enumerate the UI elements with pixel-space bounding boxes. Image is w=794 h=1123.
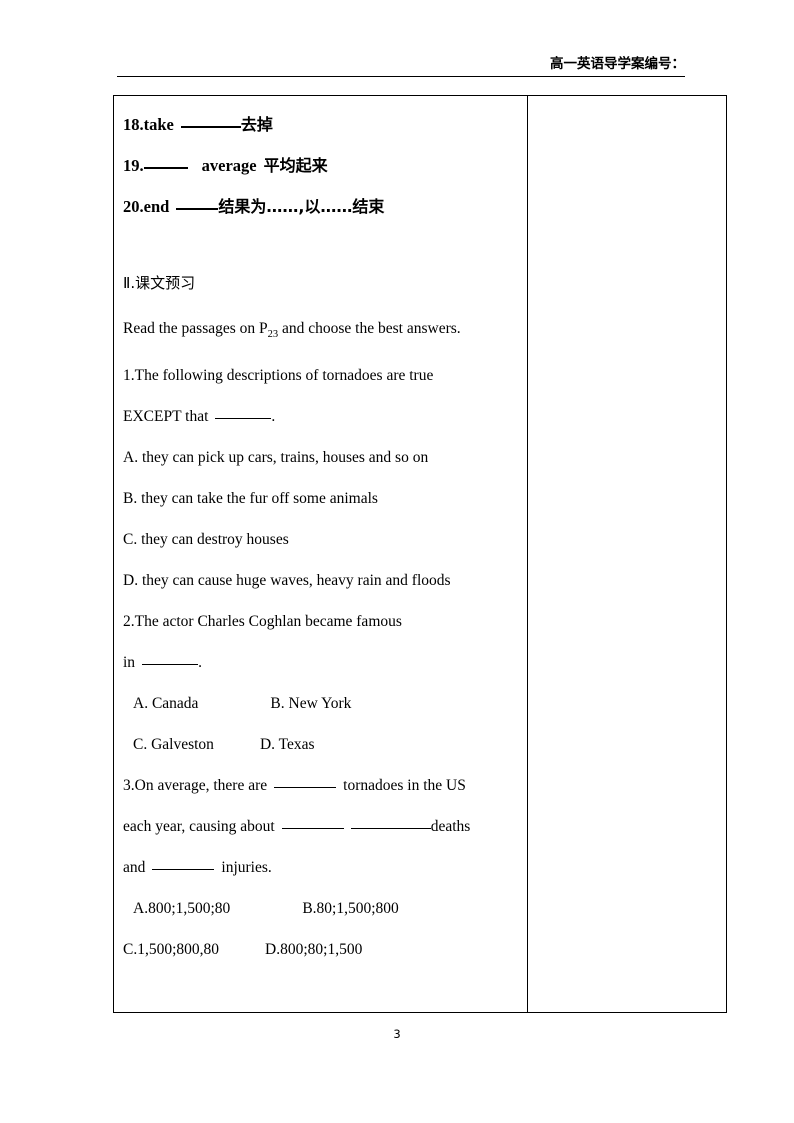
vocab-meaning-19: 平均起来 [263, 156, 328, 175]
question-1-option-d: D. they can cause huge waves, heavy rain… [123, 572, 451, 590]
vocab-number-19: 19. [123, 156, 144, 175]
instruction-text-before: Read the passages on P [123, 320, 268, 337]
question-3-stem-line-2: each year, causing about deaths [123, 806, 518, 847]
question-3-option-row-1: A.800;1,500;80 B.80;1,500;800 [123, 888, 518, 929]
question-3-stem-line-3: and injuries. [123, 847, 518, 888]
vocab-item-20: 20.end 结果为……,以……结束 [123, 186, 518, 227]
question-3-stem-part-1: 3.On average, there are [123, 777, 268, 795]
question-3-option-b: B.80;1,500;800 [302, 900, 399, 918]
reading-instruction: Read the passages on P23 and choose the … [123, 308, 518, 355]
question-2-stem-line-2: in. [123, 642, 518, 683]
question-3-stem-part-4: deaths [430, 818, 471, 836]
vocab-number-18: 18. [123, 115, 144, 134]
question-2-option-a: A. Canada [133, 695, 199, 713]
question-3-blank-3 [350, 828, 431, 830]
question-2-option-row-1: A. Canada B. New York [123, 683, 518, 724]
question-2-stem-period: . [198, 654, 202, 672]
worksheet-table: 18.take 去掉 19. average 平均起来 20.end 结果为……,以……… [113, 95, 727, 1013]
question-3-blank-1 [274, 787, 337, 789]
question-1-stem-period: . [271, 408, 276, 426]
question-3-option-c: C.1,500;800,80 [123, 941, 220, 959]
question-3-stem-part-2: tornadoes in the US [343, 777, 466, 795]
question-1-option-a: A. they can pick up cars, trains, houses… [123, 449, 429, 467]
vocab-word-20: end [143, 197, 170, 216]
instruction-page-subscript: 23 [267, 329, 279, 341]
question-3-stem-line-1: 3.On average, there are tornadoes in the … [123, 765, 518, 806]
question-1-option-b: B. they can take the fur off some animal… [123, 490, 378, 508]
vertical-spacer [123, 227, 518, 269]
question-3-stem-part-6: injuries. [221, 859, 272, 877]
question-2-option-row-2: C. Galveston D. Texas [123, 724, 518, 765]
instruction-text-after: and choose the best answers. [278, 320, 461, 337]
question-3-option-row-2: C.1,500;800,80 D.800;80;1,500 [123, 929, 518, 970]
question-3-stem-part-5: and [123, 859, 146, 877]
question-1-stem-text: EXCEPT that [123, 408, 209, 426]
question-2-blank [142, 664, 199, 666]
vocab-word-19: average [201, 156, 257, 175]
page-running-header: 高一英语导学案编号： [117, 52, 685, 77]
section-heading-text: Ⅱ.课文预习 [123, 274, 196, 292]
vocab-item-18: 18.take 去掉 [123, 104, 518, 145]
worksheet-notes-column[interactable] [528, 96, 726, 1012]
vocab-word-18: take [143, 115, 174, 134]
question-1-blank [215, 418, 272, 420]
vocab-blank-20 [176, 208, 219, 210]
vocab-meaning-20: 结果为……,以……结束 [218, 197, 385, 216]
question-3-stem-part-3: each year, causing about [123, 818, 275, 836]
question-3-blank-2 [281, 828, 344, 830]
question-1-stem-line-1: 1.The following descriptions of tornadoe… [123, 367, 434, 385]
question-1-stem-line-2: EXCEPT that. [123, 396, 518, 437]
question-3-blank-4 [152, 869, 215, 871]
running-header-text: 高一英语导学案编号： [550, 56, 685, 72]
vocab-number-20: 20. [123, 197, 144, 216]
question-2-option-c: C. Galveston [133, 736, 214, 754]
question-1-option-c: C. they can destroy houses [123, 531, 289, 549]
page-number: 3 [393, 1027, 401, 1041]
question-3-option-a: A.800;1,500;80 [133, 900, 231, 918]
question-3-option-d: D.800;80;1,500 [265, 941, 363, 959]
question-2-option-d: D. Texas [259, 736, 315, 754]
section-heading: Ⅱ.课文预习 [123, 269, 518, 298]
vocab-item-19: 19. average 平均起来 [123, 145, 518, 186]
vocab-meaning-18: 去掉 [240, 115, 273, 134]
question-2-stem-line-1: 2.The actor Charles Coghlan became famou… [123, 613, 402, 631]
worksheet-content-column: 18.take 去掉 19. average 平均起来 20.end 结果为……,以……… [114, 96, 528, 1012]
question-2-stem-text: in [123, 654, 136, 672]
vocab-blank-19 [143, 167, 188, 169]
question-2-option-b: B. New York [270, 695, 352, 713]
vocab-blank-18 [180, 126, 241, 128]
